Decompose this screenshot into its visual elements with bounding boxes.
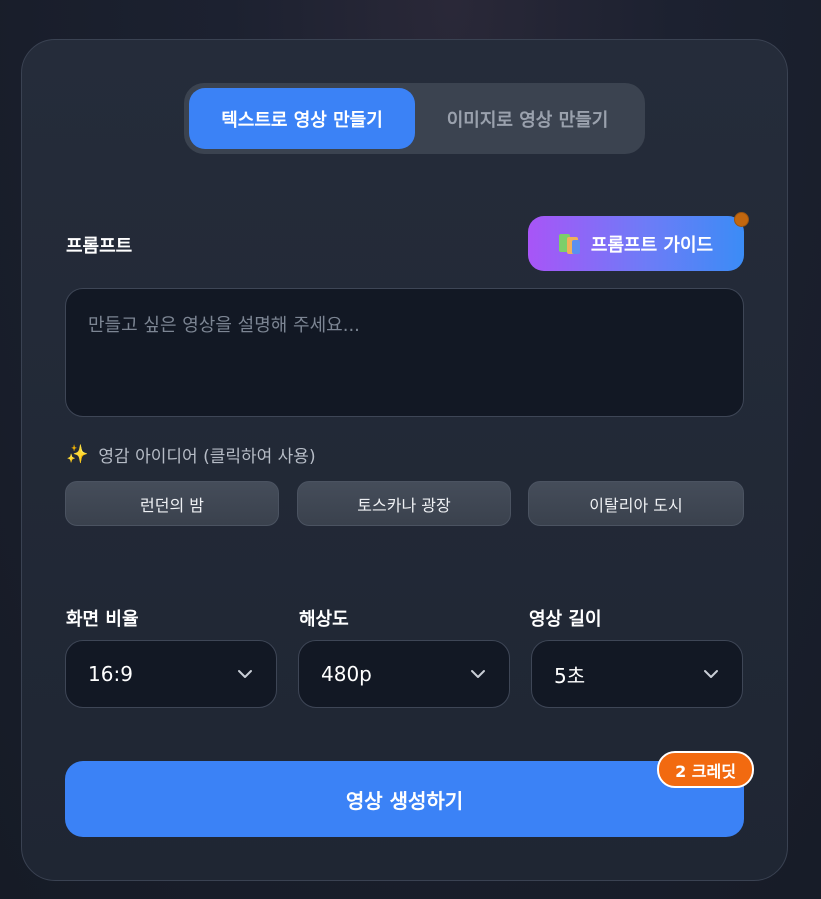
idea-chip-london-night[interactable]: 런던의 밤 bbox=[65, 481, 279, 526]
sparkles-icon: ✨ bbox=[66, 444, 89, 465]
duration-value: 5초 bbox=[554, 663, 586, 688]
prompt-input[interactable] bbox=[65, 288, 744, 417]
chevron-down-icon bbox=[471, 670, 485, 678]
aspect-ratio-value: 16:9 bbox=[88, 662, 133, 686]
notification-dot bbox=[734, 212, 749, 227]
credit-cost-badge: 2 크레딧 bbox=[657, 751, 754, 788]
chevron-down-icon bbox=[238, 670, 252, 678]
aspect-ratio-select[interactable]: 16:9 bbox=[65, 640, 277, 708]
inspiration-ideas-title: ✨ 영감 아이디어 (클릭하여 사용) bbox=[66, 442, 316, 467]
video-creation-card: 텍스트로 영상 만들기 이미지로 영상 만들기 프롬프트 프롬프트 가이드 ✨ … bbox=[21, 39, 788, 881]
idea-chip-italy-city[interactable]: 이탈리아 도시 bbox=[528, 481, 744, 526]
generate-video-button[interactable]: 영상 생성하기 bbox=[65, 761, 744, 837]
chevron-down-icon bbox=[704, 670, 718, 678]
inspiration-ideas-label: 영감 아이디어 (클릭하여 사용) bbox=[98, 447, 316, 467]
resolution-value: 480p bbox=[321, 662, 372, 686]
prompt-label: 프롬프트 bbox=[66, 236, 133, 257]
prompt-guide-label: 프롬프트 가이드 bbox=[590, 234, 714, 256]
resolution-select[interactable]: 480p bbox=[298, 640, 510, 708]
idea-chip-tuscany-square[interactable]: 토스카나 광장 bbox=[297, 481, 511, 526]
mode-tabs: 텍스트로 영상 만들기 이미지로 영상 만들기 bbox=[184, 83, 645, 154]
aspect-ratio-label: 화면 비율 bbox=[66, 609, 139, 630]
tab-image-to-video[interactable]: 이미지로 영상 만들기 bbox=[415, 88, 640, 149]
books-icon bbox=[558, 233, 581, 254]
resolution-label: 해상도 bbox=[299, 609, 349, 630]
tab-text-to-video[interactable]: 텍스트로 영상 만들기 bbox=[189, 88, 415, 149]
duration-label: 영상 길이 bbox=[529, 609, 602, 630]
duration-select[interactable]: 5초 bbox=[531, 640, 743, 708]
prompt-guide-button[interactable]: 프롬프트 가이드 bbox=[528, 216, 744, 271]
